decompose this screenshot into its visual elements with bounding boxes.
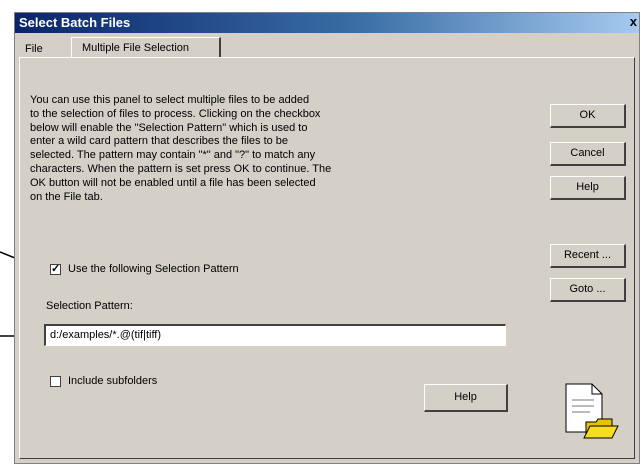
use-pattern-label: Use the following Selection Pattern [68, 263, 239, 275]
goto-button[interactable]: Goto ... [550, 278, 626, 302]
ok-button[interactable]: OK [550, 104, 626, 128]
title-bar[interactable]: Select Batch Files x [15, 13, 639, 33]
document-folder-icon [565, 383, 619, 439]
selection-pattern-label: Selection Pattern: [46, 300, 133, 312]
pattern-help-button[interactable]: Help [424, 384, 508, 412]
select-batch-files-dialog: Select Batch Files x File Multiple File … [14, 12, 640, 464]
help-button[interactable]: Help [550, 176, 626, 200]
window-title: Select Batch Files [19, 15, 131, 30]
cancel-button[interactable]: Cancel [550, 142, 626, 166]
close-icon[interactable]: x [630, 14, 637, 29]
include-subfolders-checkbox[interactable] [50, 376, 61, 387]
tab-file[interactable]: File [25, 43, 43, 55]
include-subfolders-label: Include subfolders [68, 375, 158, 387]
tab-multiple-file-selection[interactable]: Multiple File Selection [71, 37, 221, 57]
panel-description: You can use this panel to select multipl… [30, 94, 332, 203]
check-icon: ✓ [51, 263, 61, 275]
selection-pattern-input[interactable]: d:/examples/*.@(tif|tiff) [44, 324, 506, 346]
use-pattern-checkbox[interactable]: ✓ [50, 263, 61, 275]
recent-button[interactable]: Recent ... [550, 244, 626, 268]
